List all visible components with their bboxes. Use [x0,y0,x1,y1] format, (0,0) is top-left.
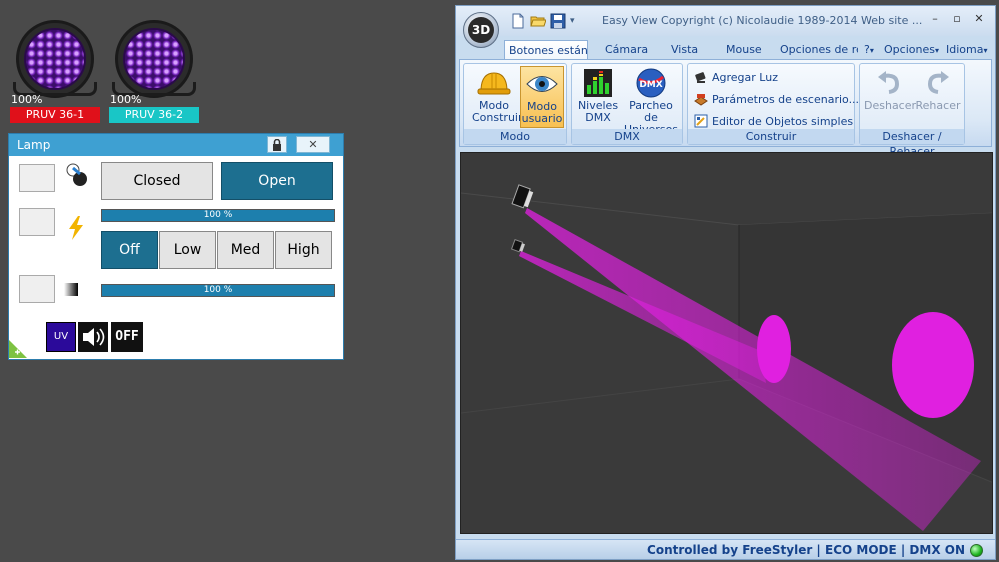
stage-icon [694,94,708,106]
3d-viewport[interactable] [460,152,993,534]
tab-camara[interactable]: Cámara [605,40,648,60]
save-icon[interactable] [550,13,566,29]
status-text: Controlled by FreeStyler | ECO MODE | DM… [647,543,965,557]
group-dmx: Niveles DMX DMX Parcheo de Universos DMX [571,63,683,145]
speaker-icon[interactable] [78,322,108,352]
open-folder-icon[interactable] [530,13,546,29]
niveles-dmx-button[interactable]: Niveles DMX [576,66,620,128]
spotlight-icon [695,72,706,83]
title-bar[interactable]: ▾ Easy View Copyright (c) Nicolaudie 198… [456,6,995,36]
dimmer-swatch[interactable] [19,208,55,236]
modo-construir-button[interactable]: Modo Construir [472,66,523,128]
app-orb-button[interactable]: 3D [463,12,499,48]
strobe-low-button[interactable]: Low [159,231,216,269]
lamp-panel-titlebar[interactable]: Lamp ✕ [9,134,343,156]
tab-mouse[interactable]: Mouse [726,40,762,60]
gradient-icon [64,283,78,296]
uv-badge[interactable]: UV [46,322,76,352]
shutter-icon [66,163,87,186]
strobe-high-button[interactable]: High [275,231,332,269]
maximize-button[interactable]: ▫ [948,11,966,27]
dimmer-slider[interactable]: 100 % [101,209,335,222]
minimize-button[interactable]: – [926,11,944,27]
resize-grip-icon[interactable] [9,340,27,358]
parcheo-universos-button[interactable]: DMX Parcheo de Universos [622,66,680,136]
group-construir: Agregar Luz Parámetros de escenario... E… [687,63,859,145]
close-button[interactable]: ✕ [296,136,330,153]
strobe-off-button[interactable]: Off [101,231,158,269]
hard-hat-icon [477,72,511,95]
light-spot-1 [892,312,974,418]
light-spot-2 [757,315,791,383]
minimize-icon: – [932,12,938,25]
status-bar: Controlled by FreeStyler | ECO MODE | DM… [456,539,995,559]
redo-icon [927,71,949,94]
group-modo: Modo Construir Modo usuario Modo [463,63,567,145]
fade-swatch[interactable] [19,275,55,303]
fixture-level: 100% [110,93,142,106]
close-icon: ✕ [974,12,984,25]
new-file-icon[interactable] [510,13,526,29]
deshacer-button[interactable]: Deshacer [864,66,916,128]
fixture-label: PRUV 36-2 [109,107,199,123]
ribbon: Modo Construir Modo usuario Modo Niveles… [459,59,992,158]
window-title: Easy View Copyright (c) Nicolaudie 1989-… [602,14,923,27]
off-badge[interactable]: OFF [111,322,143,352]
group-deshacer: Deshacer Rehacer Deshacer / Rehacer [859,63,965,158]
group-label-dmx: DMX [572,129,682,144]
ribbon-tabs: Botones estándar Cámara Vista Mouse Opci… [456,36,995,60]
group-label-deshacer: Deshacer / Rehacer [860,129,964,158]
strobe-med-button[interactable]: Med [217,231,274,269]
tab-vista[interactable]: Vista [671,40,698,60]
parametros-escenario-button[interactable]: Parámetros de escenario... [694,89,859,109]
qat-dropdown-icon[interactable]: ▾ [570,13,575,29]
undo-icon [878,71,900,94]
open-button[interactable]: Open [221,162,333,200]
lightning-icon [69,216,83,240]
tab-help[interactable]: ?▾ [864,40,874,60]
dmx-globe-icon: DMX [636,68,666,98]
orb-3d-label: 3D [468,17,494,43]
chevron-down-icon: ▾ [869,46,874,55]
close-icon: ✕ [308,138,318,151]
tab-opciones-re[interactable]: Opciones de re [780,40,858,60]
fixture-pruv-36-2[interactable]: 100% PRUV 36-2 [109,20,199,124]
svg-text:DMX: DMX [639,80,662,90]
shutter-swatch[interactable] [19,164,55,192]
group-label-modo: Modo [464,129,566,144]
quick-access-toolbar: ▾ [510,13,575,29]
dmx-levels-icon [584,69,612,97]
group-label-construir: Construir [688,129,854,144]
lamp-panel: Lamp ✕ Closed Open 100 % Off Low Med Hig… [8,133,344,360]
fixture-level: 100% [11,93,43,106]
editor-objetos-button[interactable]: Editor de Objetos simples [694,111,853,131]
tab-opciones[interactable]: Opciones▾ [884,40,939,60]
modo-usuario-button[interactable]: Modo usuario [520,66,564,128]
tab-idioma[interactable]: Idioma▾ [946,40,987,60]
closed-button[interactable]: Closed [101,162,213,200]
lock-icon [273,138,281,151]
fade-slider[interactable]: 100 % [101,284,335,297]
tab-botones[interactable]: Botones estándar [504,40,588,60]
lamp-panel-title: Lamp [17,138,51,152]
rehacer-button[interactable]: Rehacer [914,66,962,128]
3d-scene [461,153,992,533]
agregar-luz-button[interactable]: Agregar Luz [694,67,778,87]
window-close-button[interactable]: ✕ [970,11,988,27]
lock-button[interactable] [267,136,287,153]
maximize-icon: ▫ [953,12,961,25]
chevron-down-icon: ▾ [934,46,939,55]
chevron-down-icon: ▾ [983,46,988,55]
eye-icon [526,76,558,92]
fixture-label: PRUV 36-1 [10,107,100,123]
easy-view-window: ▾ Easy View Copyright (c) Nicolaudie 198… [455,5,996,560]
object-editor-icon [694,114,708,128]
fixture-pruv-36-1[interactable]: 100% PRUV 36-1 [10,20,100,124]
dmx-status-led-icon [970,544,983,557]
